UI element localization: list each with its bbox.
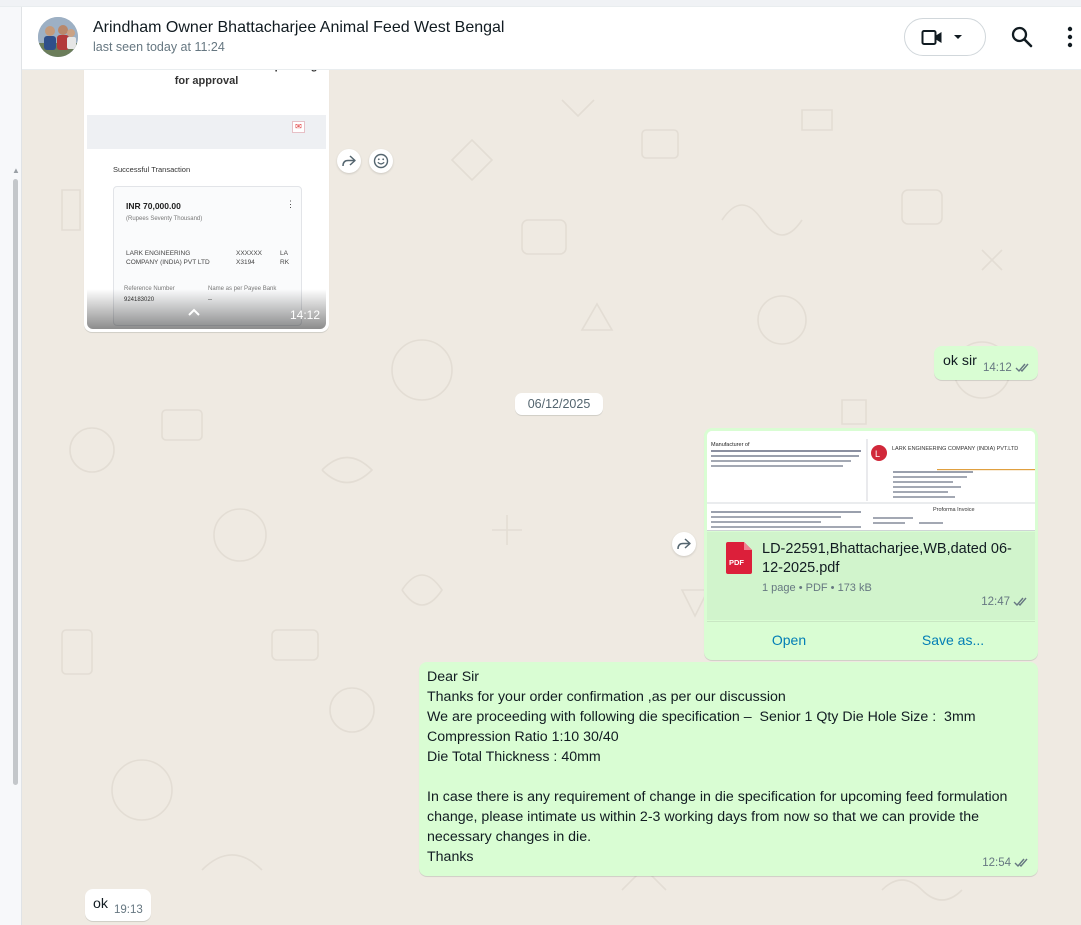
message-text: Dear Sir Thanks for your order confirmat… (427, 669, 1008, 865)
preview-doc-title: Proforma Invoice (933, 507, 975, 513)
incoming-message[interactable]: ok 19:13 (85, 889, 151, 921)
message-time: 12:54 (982, 857, 1011, 869)
forward-button[interactable] (672, 532, 696, 556)
payee-name: LARK ENGINEERING COMPANY (INDIA) PVT LTD (126, 250, 210, 266)
chat-list-scrollbar[interactable] (13, 179, 18, 785)
image-message[interactable]: Fund Transfer is submitted and is pendin… (84, 70, 329, 332)
outgoing-message[interactable]: ok sir 14:12 (934, 346, 1038, 380)
forward-icon (677, 538, 691, 550)
pdf-preview[interactable]: Manufacturer of L LARK ENGINEERING COMPA… (707, 431, 1035, 531)
document-actions: Open Save as... (707, 621, 1035, 657)
message-pane[interactable]: Fund Transfer is submitted and is pendin… (22, 70, 1081, 925)
message-meta: 12:54 (982, 857, 1030, 869)
payee-bank-short: LA RK (280, 250, 290, 266)
more-options-icon: ⋮ (286, 199, 295, 209)
emoji-icon (373, 153, 389, 169)
video-call-button[interactable] (904, 18, 986, 56)
mail-icon: ✉ (292, 121, 305, 133)
forward-icon (342, 155, 356, 167)
search-button[interactable] (1009, 24, 1035, 50)
preview-company-name: LARK ENGINEERING COMPANY (INDIA) PVT.LTD (892, 446, 1018, 452)
transaction-amount: INR 70,000.00 (126, 201, 181, 211)
video-camera-icon (921, 30, 942, 45)
message-meta: 12:47 (981, 596, 1029, 608)
window-top-strip (0, 0, 1081, 7)
screenshot-band (87, 115, 326, 149)
chat-list-edge: ▲ (0, 7, 22, 925)
search-icon (1011, 26, 1033, 48)
double-check-icon (1013, 598, 1027, 607)
contact-avatar[interactable] (38, 17, 78, 57)
last-seen-status: last seen today at 11:24 (93, 40, 225, 54)
transfer-screenshot[interactable]: Fund Transfer is submitted and is pendin… (87, 70, 326, 329)
payee-account: XXXXXX X3194 (236, 250, 263, 266)
message-time: 12:47 (981, 596, 1010, 608)
double-check-icon (1014, 859, 1028, 868)
message-time: 14:12 (983, 362, 1012, 374)
forward-button[interactable] (337, 149, 361, 173)
outgoing-message[interactable]: Dear Sir Thanks for your order confirmat… (419, 662, 1038, 876)
file-name: LD-22591,Bhattacharjee,WB,dated 06-12-20… (762, 541, 1012, 576)
chevron-down-icon (954, 35, 962, 39)
message-time: 19:13 (114, 904, 143, 916)
react-button[interactable] (369, 149, 393, 173)
kebab-menu-icon (1067, 26, 1073, 48)
menu-button[interactable] (1062, 24, 1078, 50)
chat-header: Arindham Owner Bhattacharjee Animal Feed… (22, 7, 1081, 70)
message-meta: 14:12 (983, 362, 1031, 374)
open-button[interactable]: Open (707, 622, 871, 658)
scroll-up-arrow-icon[interactable]: ▲ (12, 166, 20, 175)
pdf-preview-image: Manufacturer of L LARK ENGINEERING COMPA… (707, 431, 1035, 530)
document-message[interactable]: Manufacturer of L LARK ENGINEERING COMPA… (704, 428, 1038, 660)
file-info: 1 page • PDF • 173 kB (762, 582, 872, 594)
svg-text:L: L (875, 449, 880, 459)
pdf-badge: PDF (729, 558, 744, 567)
chevron-up-icon[interactable] (187, 307, 201, 317)
double-check-icon (1015, 364, 1029, 373)
screenshot-section-title: Successful Transaction (113, 165, 191, 174)
preview-manufacturer-label: Manufacturer of (711, 442, 750, 448)
screenshot-heading: Fund Transfer is submitted and is pendin… (96, 70, 318, 87)
contact-name[interactable]: Arindham Owner Bhattacharjee Animal Feed… (93, 19, 504, 37)
message-text: ok sir (943, 353, 977, 369)
amount-in-words: (Rupees Seventy Thousand) (126, 216, 203, 222)
message-time: 14:12 (289, 308, 320, 322)
date-separator: 06/12/2025 (515, 393, 603, 415)
message-text: ok (93, 896, 108, 912)
pdf-file-icon: PDF (726, 542, 752, 574)
save-as-button[interactable]: Save as... (871, 622, 1035, 658)
avatar-photo (38, 17, 78, 57)
pdf-file-info[interactable]: PDF LD-22591,Bhattacharjee,WB,dated 06-1… (707, 532, 1035, 620)
